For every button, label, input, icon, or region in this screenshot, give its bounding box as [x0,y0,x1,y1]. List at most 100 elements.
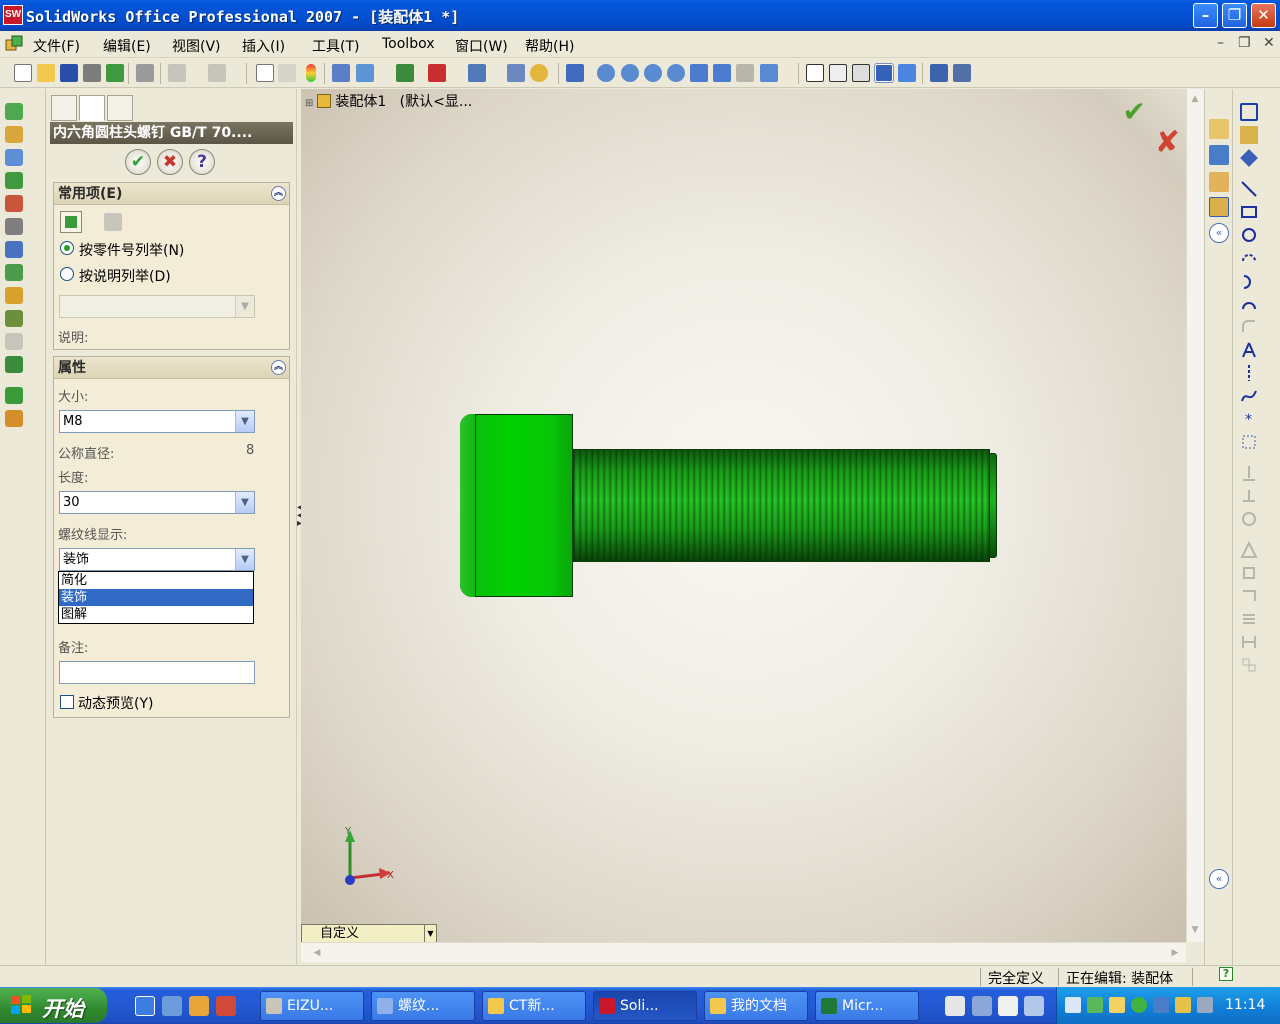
menu-toolbox[interactable]: Toolbox [382,36,435,52]
zoom-window-icon[interactable] [621,64,639,82]
tray-update-icon[interactable] [1131,997,1147,1013]
wireframe-icon[interactable] [806,64,824,82]
flyout-feature-tree[interactable]: ⊞ 装配体1 (默认<显... [305,91,472,111]
thread-display-combo[interactable]: 装饰 ▼ [59,548,255,571]
save-icon[interactable] [60,64,78,82]
collapse-up-icon[interactable]: ︽ [271,360,286,375]
vertical-scrollbar[interactable]: ▲ ▼ [1186,89,1204,942]
bolt-threaded-shank[interactable] [573,449,990,562]
design-table-icon[interactable] [507,64,525,82]
menu-tools[interactable]: 工具(T) [312,36,359,56]
section-view-icon[interactable] [930,64,948,82]
graphics-viewport[interactable]: ⊞ 装配体1 (默认<显... ✔ ✘ Y X [301,89,1186,942]
new-part-icon[interactable] [5,126,23,143]
menu-help[interactable]: 帮助(H) [525,36,574,56]
rectangle-icon[interactable] [1240,203,1258,221]
new-assembly-icon[interactable] [5,149,23,166]
tray-display-icon[interactable] [1153,997,1169,1013]
hidden-lines-visible-icon[interactable] [829,64,847,82]
edit-part-number-icon[interactable] [104,213,122,231]
help-button[interactable]: ? [189,149,215,175]
standard-views-icon[interactable] [760,64,778,82]
scroll-up-icon[interactable]: ▲ [1187,91,1203,107]
bolt-head[interactable] [460,414,573,597]
spline-icon[interactable] [1240,387,1258,405]
menu-edit[interactable]: 编辑(E) [103,36,151,56]
length-combo[interactable]: 30 ▼ [59,491,255,514]
quicklaunch-app-icon[interactable] [216,996,236,1016]
move-component-icon[interactable] [396,64,414,82]
smart-dimension-icon[interactable] [1240,126,1258,144]
part-number-combo[interactable]: ▼ [59,295,255,318]
start-button[interactable]: 开始 [0,988,107,1023]
file-explorer-icon[interactable] [1209,172,1229,192]
tray-clock-icon[interactable] [1109,997,1125,1013]
zoom-fit-icon[interactable] [597,64,615,82]
confirm-checkmark-icon[interactable]: ✔ [1123,95,1146,128]
view-orientation-icon[interactable] [566,64,584,82]
ok-button[interactable]: ✔ [125,149,151,175]
explode-view-icon[interactable] [5,310,23,327]
options-grid-icon[interactable] [332,64,350,82]
quicklaunch-ie-icon[interactable] [135,996,155,1016]
tab-configuration-manager[interactable] [107,95,133,121]
close-button[interactable]: ✕ [1251,3,1276,28]
select-arrow-icon[interactable] [256,64,274,82]
trim-entities-icon[interactable] [1240,541,1258,559]
tray-tool-icon[interactable] [1175,997,1191,1013]
expand-right-icon[interactable]: « [1209,869,1229,889]
sketch-fillet-icon[interactable] [1240,318,1258,336]
shaded-icon[interactable] [898,64,916,82]
scroll-down-icon[interactable]: ▼ [1187,922,1203,938]
extend-entities-icon[interactable] [1240,564,1258,582]
explode-line-icon[interactable] [5,333,23,350]
language-bar-icon[interactable] [945,996,965,1016]
size-combo[interactable]: M8 ▼ [59,410,255,433]
cancel-x-icon[interactable]: ✘ [1155,125,1180,160]
thread-option-schematic[interactable]: 图解 [59,606,253,623]
tab-feature-manager[interactable] [51,95,77,121]
circle-icon[interactable] [1240,226,1258,244]
line-icon[interactable] [1240,180,1258,198]
help-icon[interactable] [530,64,548,82]
convert-entities-icon[interactable] [1240,433,1258,451]
doc-close-button[interactable]: ✕ [1263,35,1275,51]
feature-driven-pattern-icon[interactable] [5,387,23,404]
doc-restore-button[interactable]: ❐ [1238,35,1251,51]
assembly-options-icon[interactable] [106,64,124,82]
layout-icon[interactable] [468,64,486,82]
print-icon[interactable] [136,64,154,82]
hidden-lines-removed-icon[interactable] [852,64,870,82]
tray-security-icon[interactable] [1087,997,1103,1013]
horizontal-scrollbar[interactable]: ◀ ▶ [301,942,1186,962]
shaded-with-edges-icon[interactable] [874,63,894,83]
redo-icon[interactable] [208,64,226,82]
open-folder-icon[interactable] [37,64,55,82]
offset-entities-icon[interactable] [1240,510,1258,528]
circular-pattern-icon[interactable] [1240,633,1258,651]
keyboard-icon[interactable] [998,996,1018,1016]
doc-minimize-button[interactable]: – [1217,35,1224,51]
thread-option-cosmetic[interactable]: 装饰 [59,589,253,606]
zoom-in-out-icon[interactable] [644,64,662,82]
tray-network-icon[interactable] [1065,997,1081,1013]
cancel-button[interactable]: ✖ [157,149,183,175]
rotate-view-icon[interactable] [690,64,708,82]
dynamic-preview-checkbox[interactable] [60,695,74,709]
tab-property-manager[interactable] [79,95,105,121]
expand-plus-icon[interactable]: ⊞ [305,98,313,109]
roll-view-icon[interactable] [736,64,754,82]
hide-show-icon[interactable] [5,172,23,189]
centerpoint-arc-icon[interactable] [1240,249,1258,267]
repair-sketch-icon[interactable] [1240,656,1258,674]
smart-fasteners-icon[interactable] [5,287,23,304]
menu-file[interactable]: 文件(F) [33,36,80,56]
move-component-tool-icon[interactable] [5,241,23,258]
task-item[interactable]: Micr... [815,991,919,1021]
view-appearance-icon[interactable] [953,64,971,82]
scroll-right-icon[interactable]: ▶ [1167,945,1183,961]
three-point-arc-icon[interactable] [1240,295,1258,313]
mate-paperclip-icon[interactable] [5,218,23,235]
point-icon[interactable]: * [1240,410,1258,428]
zoom-selection-icon[interactable] [667,64,685,82]
